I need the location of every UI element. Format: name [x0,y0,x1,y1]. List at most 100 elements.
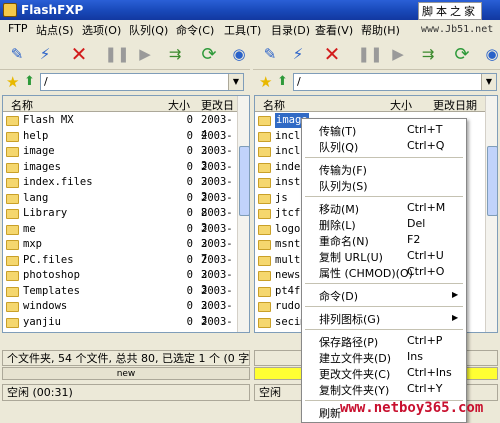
column-size[interactable]: 大小 [168,97,190,113]
shortcut-label: Ctrl+Y [407,382,443,395]
right-vertical-scrollbar[interactable] [485,96,497,332]
left-path-text: / [44,75,48,88]
menu-item-change-folder[interactable]: 更改文件夹(C) [319,366,390,382]
star-icon[interactable]: ★ [259,73,272,91]
folder-icon [6,240,19,250]
folder-icon [6,271,19,281]
file-row[interactable]: mxp 0 2003-7 [3,237,237,265]
file-row[interactable]: PC.files 0 2003-3 [3,253,237,281]
file-size: 0 [186,238,193,250]
menu-commands[interactable]: 命令(C) [176,22,214,38]
menu-item-rename[interactable]: 重命名(N) [319,233,369,249]
menu-item-copy-folder[interactable]: 复制文件夹(Y) [319,382,389,398]
column-date[interactable]: 更改日期 [433,97,477,113]
file-size: 0 [186,284,193,297]
file-row[interactable]: Templates 0 2003-3 [3,284,237,312]
menu-item-queue-as[interactable]: 队列为(S) [319,178,368,194]
chevron-down-icon[interactable]: ▼ [481,74,496,90]
shortcut-label: F2 [407,233,421,246]
refresh-icon[interactable]: ⟳ [449,41,475,67]
menu-item-save-path[interactable]: 保存路径(P) [319,334,378,350]
column-date[interactable]: 更改日 [201,97,234,113]
file-row[interactable]: image 0 2003-3 [3,144,237,172]
transfer-icon[interactable]: ⇉ [162,41,188,67]
disconnect-icon[interactable]: ✕ [66,41,92,67]
file-name: js [275,191,288,204]
context-menu: 传输(T) Ctrl+T 队列(Q) Ctrl+Q 传输为(F) 队列为(S) … [301,118,467,423]
disconnect-icon[interactable]: ✕ [319,41,345,67]
menu-directory[interactable]: 目录(D) [271,22,310,38]
file-size: 0 [186,145,193,157]
column-name[interactable]: 名称 [263,97,285,113]
quick-connect-icon[interactable]: ⚡ [285,41,311,67]
menu-sites[interactable]: 站点(S) [36,22,74,38]
file-name: me [23,222,36,235]
refresh-icon[interactable]: ⟳ [196,41,222,67]
up-folder-icon[interactable]: ⬆ [277,74,288,89]
file-row[interactable]: yanjiu 0 2003-5 [3,315,237,332]
menu-item-commands[interactable]: 命令(D) [319,288,358,304]
shortcut-label: Ctrl+M [407,201,446,214]
menu-item-refresh[interactable]: 刷新 [319,405,341,421]
pause-icon[interactable]: ❚❚ [104,41,130,67]
transfer-icon[interactable]: ⇉ [415,41,441,67]
watermark-top: 脚本之家 [418,2,482,20]
right-path-text: / [297,75,301,88]
skip-icon[interactable]: ▶ [132,41,158,67]
right-path-input[interactable]: / ▼ [293,73,497,91]
file-name: Library [23,207,68,219]
folder-icon [258,162,271,173]
left-vertical-scrollbar[interactable] [237,96,249,332]
file-row[interactable]: Library 0 2003-3 [3,206,237,234]
column-size[interactable]: 大小 [390,97,412,113]
left-idle-status: 空闲 (00:31) [2,384,250,401]
shortcut-label: Del [407,217,426,230]
file-row[interactable]: lang 0 2003-8 [3,191,237,219]
file-row[interactable]: windows 0 2003-3 [3,299,237,327]
menu-item-new-folder[interactable]: 建立文件夹(D) [319,350,391,366]
connect-icon[interactable]: ✎ [4,41,30,67]
star-icon[interactable]: ★ [6,73,19,91]
globe-icon[interactable]: ◉ [479,41,500,67]
up-folder-icon[interactable]: ⬆ [24,74,35,89]
menu-item-queue[interactable]: 队列(Q) [319,139,358,155]
pause-icon[interactable]: ❚❚ [357,41,383,67]
menu-tools[interactable]: 工具(T) [224,22,261,38]
file-row[interactable]: photoshop 0 2003-3 [3,268,237,296]
folder-icon [6,286,19,297]
file-row[interactable]: index.files 0 2003-3 [3,175,237,203]
quick-connect-icon[interactable]: ⚡ [32,41,58,67]
connect-icon[interactable]: ✎ [257,41,283,67]
menu-item-move[interactable]: 移动(M) [319,201,359,217]
file-size: 0 [186,269,193,281]
folder-icon [6,162,19,173]
menu-options[interactable]: 选项(O) [82,22,121,38]
scroll-thumb[interactable] [239,146,249,216]
file-row[interactable]: Flash MX 0 2003-4 [3,113,237,141]
scroll-thumb[interactable] [487,146,497,216]
menu-item-transfer[interactable]: 传输(T) [319,123,356,139]
left-path-input[interactable]: / ▼ [40,73,244,91]
menu-item-arrange-icons[interactable]: 排列图标(G) [319,311,380,327]
watermark-bottom: www.netboy365.com [340,400,484,416]
menu-item-transfer-as[interactable]: 传输为(F) [319,162,367,178]
menu-item-properties[interactable]: 属性 (CHMOD)(O) [319,265,413,281]
left-status-bar: 个文件夹, 54 个文件, 总共 80, 已选定 1 个 (0 字 [2,350,250,366]
skip-icon[interactable]: ▶ [385,41,411,67]
file-row[interactable]: help 0 2003-3 [3,129,237,157]
file-row[interactable]: images 0 2003-3 [3,160,237,188]
menu-view[interactable]: 查看(V) [315,22,353,38]
file-row[interactable]: me 0 2003-3 [3,222,237,250]
folder-icon [258,147,271,157]
globe-icon[interactable]: ◉ [226,41,252,67]
submenu-arrow-icon: ▶ [452,290,459,299]
menu-help[interactable]: 帮助(H) [361,22,400,38]
menu-ftp[interactable]: FTP [8,22,28,35]
file-size: 0 [186,315,193,328]
menu-item-copy-url[interactable]: 复制 URL(U) [319,249,383,265]
menu-queue[interactable]: 队列(Q) [129,22,168,38]
folder-icon [6,209,19,219]
chevron-down-icon[interactable]: ▼ [228,74,243,90]
menu-item-delete[interactable]: 删除(L) [319,217,356,233]
column-name[interactable]: 名称 [11,97,33,113]
